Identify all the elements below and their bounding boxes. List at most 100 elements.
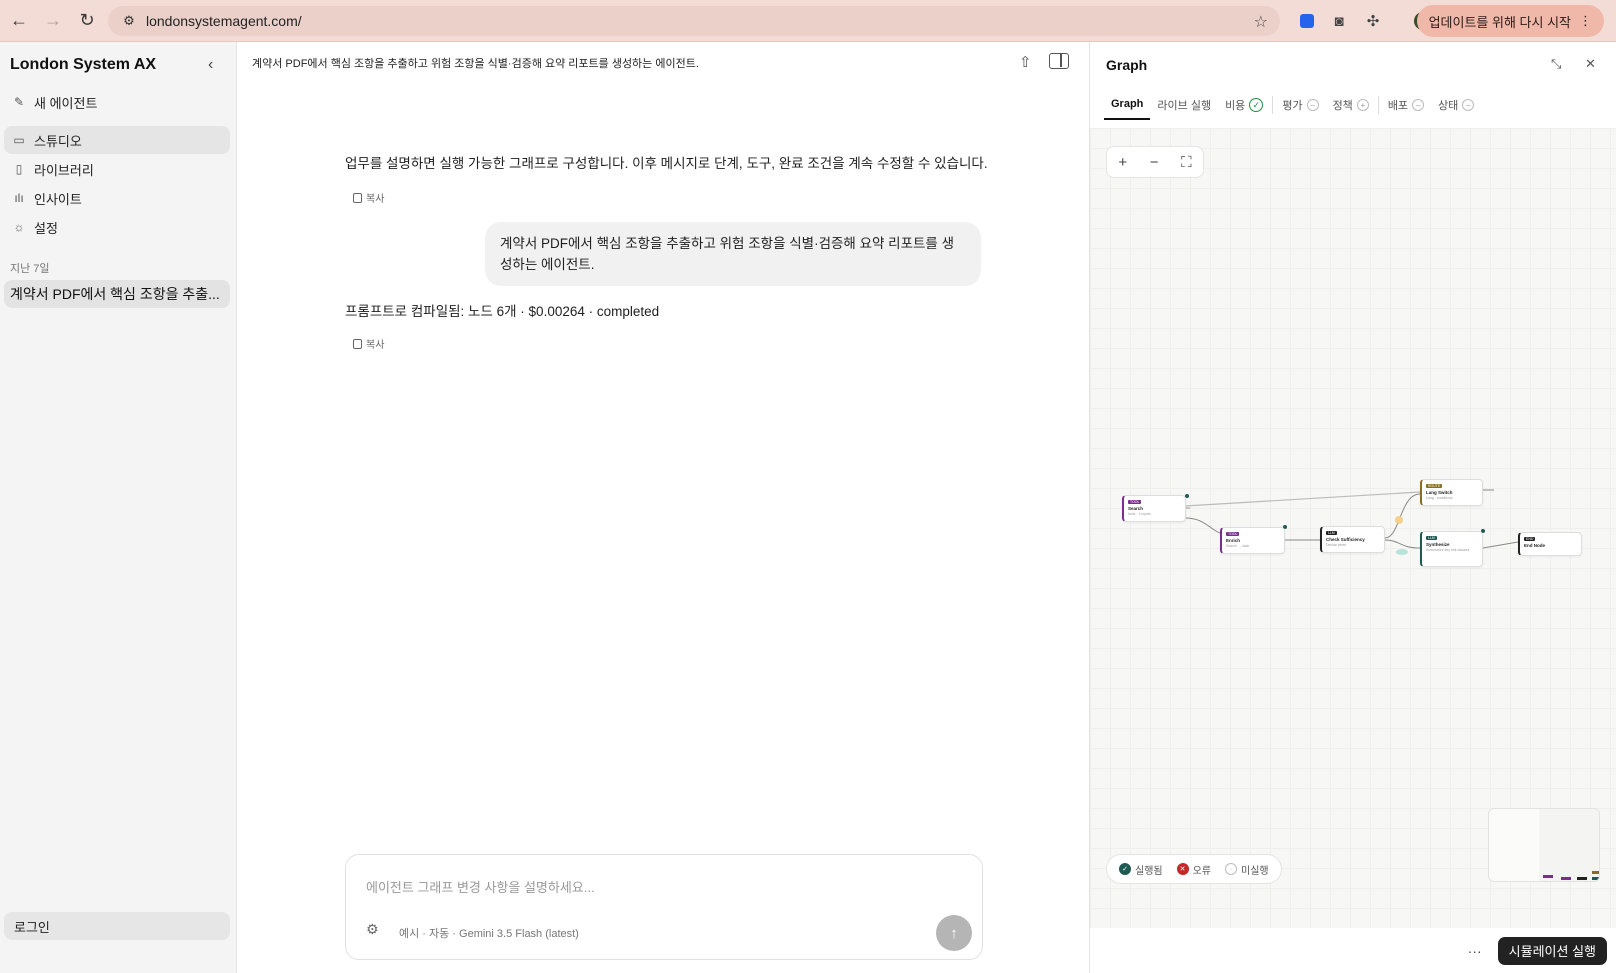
back-button[interactable]: ← (4, 6, 34, 36)
chat-area: 계약서 PDF에서 핵심 조항을 추출하고 위험 조항을 식별·검증해 요약 리… (237, 42, 1089, 973)
share-icon[interactable]: ⇧ (1019, 53, 1032, 71)
camera-icon[interactable]: ◙ (1328, 10, 1350, 32)
expand-icon[interactable]: ⤡ (1551, 56, 1561, 72)
bar-chart-icon: ılı (14, 191, 24, 205)
tab-deploy[interactable]: 배포 – (1381, 90, 1431, 120)
sidebar-item-studio[interactable]: ▭ 스튜디오 (4, 126, 230, 154)
node-tag: ROUTE (1426, 484, 1443, 488)
node-subtitle: Decide when (1326, 543, 1347, 547)
graph-node-check-sufficiency[interactable]: LLM Check Sufficiency Decide when (1320, 526, 1385, 553)
composer: 에이전트 그래프 변경 사항을 설명하세요... ⚙ 예시 · 자동 · Gem… (345, 854, 983, 960)
graph-node-lang-switch[interactable]: ROUTE Lang Switch Lang · conditions (1420, 479, 1483, 506)
legend-label: 실행됨 (1135, 865, 1163, 877)
node-subtitle: Summarize key risk clauses (1426, 548, 1470, 552)
node-name: Lang Switch (1426, 490, 1453, 495)
update-restart-button[interactable]: 업데이트를 위해 다시 시작 ⋮ (1416, 5, 1604, 37)
history-item[interactable]: 계약서 PDF에서 핵심 조항을 추출... (4, 280, 230, 308)
graph-node-synthesize[interactable]: LLM Synthesize Summarize key risk clause… (1420, 531, 1483, 567)
pending-circle-icon: + (1356, 99, 1369, 111)
graph-node-enrich[interactable]: TOOL Enrich Search → task (1220, 527, 1285, 554)
run-simulation-button[interactable]: 시뮬레이션 실행 (1497, 936, 1607, 965)
minimap-node (1592, 871, 1599, 874)
sidebar-item-library[interactable]: ▯ 라이브러리 (4, 155, 230, 183)
collapse-sidebar-icon[interactable]: ‹ (208, 56, 213, 74)
brand-title: London System AX (10, 56, 157, 73)
legend-error: ✕ 오류 (1176, 862, 1212, 877)
site-settings-icon[interactable]: ⚙ (118, 10, 140, 32)
node-tag: LLM (1326, 531, 1337, 535)
node-name: Enrich (1226, 538, 1241, 543)
node-subtitle: Lang · conditions (1426, 496, 1453, 500)
legend-label: 오류 (1192, 865, 1212, 877)
copy-icon (353, 192, 362, 203)
copy-button[interactable]: 복사 (353, 336, 384, 351)
extensions-puzzle-icon[interactable]: ✣ (1362, 10, 1384, 32)
edge (1184, 491, 1421, 507)
tab-label: 평가 (1282, 100, 1303, 112)
close-icon[interactable]: ✕ (1585, 56, 1596, 72)
new-agent-button[interactable]: ✎ 새 에이전트 (4, 88, 230, 116)
forward-button[interactable]: → (38, 6, 68, 36)
tab-cost[interactable]: 비용 ✓ (1218, 90, 1270, 120)
address-bar[interactable]: ⚙ londonsystemagent.com/ ☆ (108, 6, 1280, 36)
edge (1384, 493, 1421, 539)
check-circle-icon: ✓ (1249, 98, 1264, 112)
split-view-icon[interactable] (1049, 53, 1069, 73)
minimap-viewport[interactable] (1489, 809, 1539, 881)
composer-settings-icon[interactable]: ⚙ (366, 921, 379, 938)
node-tag: LLM (1426, 536, 1437, 540)
sidebar: London System AX ‹ ✎ 새 에이전트 ▭ 스튜디오 ▯ 라이브… (0, 42, 237, 973)
sidebar-item-settings[interactable]: ☼ 설정 (4, 213, 230, 241)
graph-node-end[interactable]: END End Node (1518, 532, 1582, 556)
tab-status[interactable]: 상태 – (1431, 90, 1481, 120)
tab-live-run[interactable]: 라이브 실행 (1150, 90, 1218, 120)
more-options-button[interactable]: ··· (1462, 943, 1488, 959)
reload-button[interactable]: ↻ (72, 6, 102, 36)
bookmark-star-icon[interactable]: ☆ (1254, 12, 1268, 32)
edge (1384, 539, 1421, 549)
extension-icon[interactable] (1296, 10, 1318, 32)
graph-canvas[interactable]: + − ⛶ TOOL Search tools · 1 inputs TOOL (1090, 128, 1616, 928)
panel-footer: ··· 시뮬레이션 실행 (1090, 928, 1616, 973)
pending-circle-icon: – (1412, 99, 1425, 111)
legend-label: 미실행 (1241, 865, 1269, 877)
tab-label: 상태 (1438, 100, 1459, 112)
node-name: End Node (1524, 543, 1545, 548)
composer-input[interactable]: 에이전트 그래프 변경 사항을 설명하세요... (366, 877, 595, 896)
copy-button[interactable]: 복사 (353, 190, 384, 205)
chat-title: 계약서 PDF에서 핵심 조항을 추출하고 위험 조항을 식별·검증해 요약 리… (252, 58, 699, 70)
book-icon: ▯ (15, 162, 23, 176)
tab-label: 비용 (1225, 100, 1246, 112)
status-legend: ✓ 실행됨 ✕ 오류 · 미실행 (1106, 854, 1282, 884)
sidebar-item-insights[interactable]: ılı 인사이트 (4, 184, 230, 212)
legend-executed: ✓ 실행됨 (1119, 862, 1163, 877)
node-name: Search (1128, 506, 1144, 511)
edge (1482, 541, 1519, 549)
chat-header: 계약서 PDF에서 핵심 조항을 추출하고 위험 조항을 식별·검증해 요약 리… (237, 42, 1089, 84)
send-button[interactable]: ↑ (936, 915, 972, 951)
minimap[interactable] (1488, 808, 1600, 882)
minimap-node (1543, 875, 1553, 878)
menu-icon: ⋮ (1579, 13, 1592, 28)
tab-policy[interactable]: 정책 + (1326, 90, 1376, 120)
legend-not-executed: · 미실행 (1225, 862, 1269, 877)
tab-label: Graph (1111, 98, 1144, 110)
browser-toolbar: ← → ↻ ⚙ londonsystemagent.com/ ☆ ◙ ✣ 업데이… (0, 0, 1616, 42)
user-message: 계약서 PDF에서 핵심 조항을 추출하고 위험 조항을 식별·검증해 요약 리… (485, 222, 981, 286)
panel-tabs: Graph 라이브 실행 비용 ✓ 평가 – 정책 + 배포 – 상태 – (1104, 88, 1481, 122)
tab-label: 배포 (1387, 100, 1409, 112)
tab-graph[interactable]: Graph (1104, 90, 1151, 120)
sidebar-item-label: 설정 (34, 220, 58, 236)
tab-evaluation[interactable]: 평가 – (1275, 90, 1325, 120)
node-tag: TOOL (1128, 500, 1142, 504)
assistant-intro-message: 업무를 설명하면 실행 가능한 그래프로 구성합니다. 이후 메시지로 단계, … (345, 156, 988, 171)
login-button[interactable]: 로그인 (4, 912, 230, 940)
minimap-node (1577, 877, 1587, 880)
panel-title: Graph (1106, 57, 1148, 73)
node-tag: TOOL (1226, 532, 1240, 536)
graph-node-search[interactable]: TOOL Search tools · 1 inputs (1122, 495, 1186, 522)
node-name: Check Sufficiency (1326, 537, 1365, 542)
copy-label: 복사 (366, 340, 385, 351)
edit-icon: ✎ (13, 95, 25, 109)
model-selector[interactable]: 예시 · 자동 · Gemini 3.5 Flash (latest) (399, 925, 579, 941)
